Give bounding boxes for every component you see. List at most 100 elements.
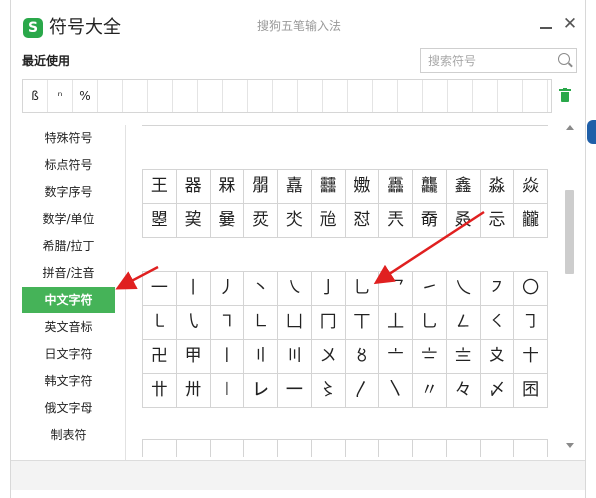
symbol-cell[interactable]: 器: [176, 170, 211, 204]
symbol-cell[interactable]: 丶: [244, 272, 278, 306]
recent-symbol-cell[interactable]: %: [73, 80, 98, 112]
symbol-cell[interactable]: 一: [143, 272, 177, 306]
category-item[interactable]: 数字序号: [22, 179, 115, 205]
symbol-cell[interactable]: 凵: [278, 306, 312, 340]
symbol-cell[interactable]: 嫐: [345, 170, 380, 204]
symbol-cell[interactable]: 乛: [379, 272, 413, 306]
symbol-cell[interactable]: [379, 125, 413, 126]
scroll-thumb[interactable]: [565, 190, 574, 274]
symbol-cell[interactable]: 〦: [379, 340, 413, 374]
symbol-cell[interactable]: 卍: [143, 340, 177, 374]
search-icon[interactable]: [558, 53, 570, 65]
symbol-cell[interactable]: ㆐: [210, 374, 245, 408]
category-item[interactable]: 数学/单位: [22, 206, 115, 232]
recent-symbol-cell[interactable]: [198, 80, 223, 112]
symbol-cell[interactable]: 龘: [413, 170, 447, 204]
title-bar[interactable]: S 符号大全 搜狗五笔输入法 ✕: [11, 0, 585, 46]
recent-symbol-cell[interactable]: [298, 80, 323, 112]
symbol-cell[interactable]: 鑫: [446, 170, 481, 204]
recent-symbol-cell[interactable]: [448, 80, 473, 112]
symbol-cell[interactable]: 烎: [244, 204, 278, 238]
symbol-cell[interactable]: [278, 125, 312, 126]
symbol-cell[interactable]: 々: [446, 374, 481, 408]
category-item[interactable]: 拼音/注音: [22, 260, 115, 286]
recent-symbol-cell[interactable]: [273, 80, 298, 112]
recent-symbol-cell[interactable]: [498, 80, 523, 112]
scroll-up-arrow-icon[interactable]: [566, 125, 574, 130]
symbol-cell[interactable]: 怼: [345, 204, 380, 238]
symbol-cell[interactable]: ㆑: [244, 374, 278, 408]
category-item[interactable]: 韩文字符: [22, 368, 115, 394]
symbol-cell[interactable]: 兘: [311, 204, 346, 238]
category-item[interactable]: 中文字符: [22, 287, 115, 313]
symbol-cell[interactable]: [312, 440, 346, 457]
recent-symbol-cell[interactable]: ⁿ: [48, 80, 73, 112]
recent-symbol-cell[interactable]: [473, 80, 498, 112]
symbol-cell[interactable]: [346, 440, 380, 457]
recent-symbol-cell[interactable]: [423, 80, 448, 112]
trash-icon[interactable]: [559, 88, 571, 102]
symbol-cell[interactable]: [514, 440, 548, 457]
symbol-cell[interactable]: 丄: [379, 306, 413, 340]
category-item[interactable]: 俄文字母: [22, 395, 115, 421]
symbol-cell[interactable]: 忈: [480, 204, 515, 238]
recent-symbol-cell[interactable]: [523, 80, 548, 112]
category-item[interactable]: 英文音标: [22, 314, 115, 340]
symbol-cell[interactable]: 〢: [244, 340, 278, 374]
symbol-cell[interactable]: 囨: [514, 374, 548, 408]
symbol-cell[interactable]: 〧: [413, 340, 447, 374]
symbol-cell[interactable]: [244, 440, 278, 457]
category-item[interactable]: 制表符: [22, 422, 115, 448]
minimize-button[interactable]: [539, 18, 553, 32]
recent-symbol-cell[interactable]: [123, 80, 148, 112]
symbol-cell[interactable]: ㇀: [413, 272, 447, 306]
symbol-cell[interactable]: ㇗: [244, 306, 278, 340]
symbol-cell[interactable]: 嘦: [210, 204, 245, 238]
recent-symbol-cell[interactable]: [223, 80, 248, 112]
symbol-cell[interactable]: ㆒: [278, 374, 312, 408]
symbol-cell[interactable]: [143, 125, 177, 126]
symbol-cell[interactable]: [481, 440, 515, 457]
symbol-cell[interactable]: 龖: [514, 204, 548, 238]
recent-symbol-cell[interactable]: [98, 80, 123, 112]
symbol-cell[interactable]: 〇: [514, 272, 548, 306]
symbol-cell[interactable]: [413, 440, 447, 457]
category-item[interactable]: 标点符号: [22, 152, 115, 178]
symbol-cell[interactable]: ㇂: [176, 306, 211, 340]
category-item[interactable]: 希腊/拉丁: [22, 233, 115, 259]
symbol-cell[interactable]: 〡: [210, 340, 245, 374]
symbol-cell[interactable]: [311, 125, 346, 126]
symbol-cell[interactable]: 丨: [176, 272, 211, 306]
symbol-cell[interactable]: [244, 125, 278, 126]
symbol-cell[interactable]: ㇛: [480, 306, 515, 340]
category-item[interactable]: 日文字符: [22, 341, 115, 367]
symbol-cell[interactable]: [480, 125, 515, 126]
symbol-cell[interactable]: 曌: [143, 204, 177, 238]
symbol-cell[interactable]: 丿: [210, 272, 245, 306]
recent-symbol-cell[interactable]: [148, 80, 173, 112]
symbol-cell[interactable]: [447, 440, 481, 457]
symbol-cell[interactable]: 〳: [345, 374, 380, 408]
symbol-cell[interactable]: 〥: [345, 340, 380, 374]
recent-symbol-cell[interactable]: ß: [23, 80, 48, 112]
recent-symbol-cell[interactable]: [323, 80, 348, 112]
close-button[interactable]: ✕: [562, 16, 578, 33]
symbol-cell[interactable]: [379, 440, 413, 457]
symbol-cell[interactable]: [176, 125, 211, 126]
symbol-cell[interactable]: 靐: [379, 170, 413, 204]
symbol-cell[interactable]: 王: [143, 170, 177, 204]
symbol-cell[interactable]: 氼: [278, 204, 312, 238]
scroll-down-arrow-icon[interactable]: [566, 443, 574, 448]
symbol-cell[interactable]: [278, 440, 312, 457]
symbol-cell[interactable]: 〤: [311, 340, 346, 374]
symbol-cell[interactable]: 兲: [379, 204, 413, 238]
symbol-cell[interactable]: ㇜: [446, 306, 481, 340]
symbol-cell[interactable]: [345, 125, 380, 126]
symbol-cell[interactable]: 槑: [210, 170, 245, 204]
symbol-cell[interactable]: 甲: [176, 340, 211, 374]
symbol-cell[interactable]: 〃: [413, 374, 447, 408]
recent-symbol-cell[interactable]: [173, 80, 198, 112]
symbol-cell[interactable]: [210, 125, 245, 126]
symbol-cell[interactable]: 淼: [480, 170, 515, 204]
search-input[interactable]: [421, 49, 553, 72]
